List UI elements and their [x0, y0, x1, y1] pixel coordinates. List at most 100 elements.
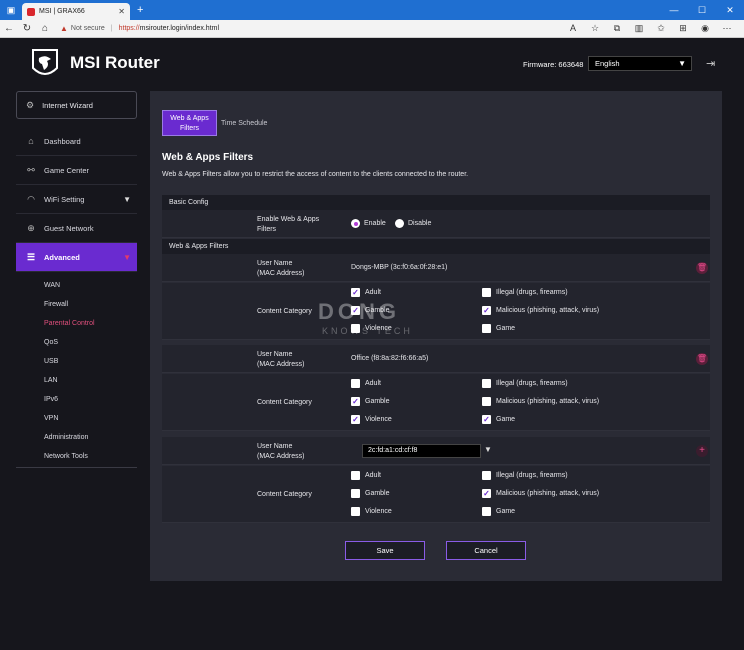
checkbox-unchecked-icon: [351, 489, 360, 498]
collections-icon[interactable]: ⊞: [672, 23, 694, 34]
sidebar-subitem-vpn[interactable]: VPN: [16, 409, 137, 428]
enable-radio[interactable]: Enable: [351, 219, 386, 228]
enable-row: Enable Web & Apps Filters Enable Disable: [162, 210, 710, 238]
checkbox-unchecked-icon: [351, 507, 360, 516]
back-icon[interactable]: ←: [0, 23, 18, 34]
delete-icon[interactable]: 🗑: [696, 353, 708, 365]
sidebar-item-guest-network[interactable]: ⊕ Guest Network: [16, 214, 137, 243]
add-icon[interactable]: +: [696, 445, 708, 457]
save-button[interactable]: Save: [345, 541, 425, 560]
address-bar: ← ↻ ⌂ ▲ Not secure | https:// msirouter.…: [0, 20, 744, 38]
sidebar-subitem-usb[interactable]: USB: [16, 352, 137, 371]
category-checkbox[interactable]: Game: [482, 324, 515, 333]
checkbox-checked-icon: ✓: [482, 415, 491, 424]
close-tab-icon[interactable]: ✕: [118, 7, 125, 16]
chevron-down-icon[interactable]: ▼: [484, 445, 492, 454]
mac-address-select[interactable]: 2c:fd:a1:cd:cf:f8: [362, 444, 481, 458]
checkbox-unchecked-icon: [482, 397, 491, 406]
category-checkbox[interactable]: Malicious (phishing, attack, virus): [482, 397, 599, 406]
favorite-icon[interactable]: ☆: [584, 23, 606, 34]
tab-web-apps-filters[interactable]: Web & Apps Filters: [162, 110, 217, 136]
extension-icon[interactable]: ⧉: [606, 23, 628, 34]
watermark-text: DONG: [318, 299, 400, 324]
refresh-icon[interactable]: ↻: [18, 23, 36, 34]
checkbox-checked-icon: ✓: [482, 306, 491, 315]
category-checkbox[interactable]: Violence: [351, 507, 392, 516]
category-checkbox[interactable]: ✓ Malicious (phishing, attack, virus): [482, 489, 599, 498]
category-checkbox[interactable]: ✓ Violence: [351, 415, 392, 424]
category-label: Adult: [365, 380, 381, 387]
checkbox-unchecked-icon: [482, 324, 491, 333]
sidebar-item-label: Advanced: [44, 252, 80, 262]
more-icon[interactable]: ⋯: [716, 23, 738, 34]
language-select[interactable]: English ▼: [588, 56, 692, 71]
read-aloud-icon[interactable]: A: [562, 23, 584, 34]
sidebar-subitem-ipv6[interactable]: IPv6: [16, 390, 137, 409]
sidebar-subitem-wan[interactable]: WAN: [16, 276, 137, 295]
category-checkbox[interactable]: Adult: [351, 379, 381, 388]
profile-icon[interactable]: ◉: [694, 23, 716, 34]
category-label: Malicious (phishing, attack, virus): [496, 307, 600, 314]
category-label: Gamble: [365, 398, 390, 405]
category-checkbox[interactable]: ✓ Gamble: [351, 397, 390, 406]
category-checkbox[interactable]: Adult: [351, 471, 381, 480]
minimize-icon[interactable]: —: [660, 5, 688, 16]
favorites-icon[interactable]: ✩: [650, 23, 672, 34]
window-menu-icon[interactable]: ▣: [0, 0, 22, 20]
sidebar-subitem-qos[interactable]: QoS: [16, 333, 137, 352]
maximize-icon[interactable]: ☐: [688, 5, 716, 16]
cancel-button[interactable]: Cancel: [446, 541, 526, 560]
url-field[interactable]: ▲ Not secure | https:// msirouter.login/…: [60, 24, 219, 33]
sidebar-item-advanced[interactable]: ☰ Advanced ▼: [16, 243, 137, 272]
disable-radio[interactable]: Disable: [395, 219, 431, 228]
user-name-value: Office (f8:8a:82:f6:66:a5): [351, 355, 429, 362]
url-scheme: https://: [118, 25, 140, 32]
browser-tab[interactable]: MSI | GRAX66 ✕: [22, 3, 130, 20]
home-icon[interactable]: ⌂: [36, 23, 54, 34]
category-checkbox[interactable]: ✓ Game: [482, 415, 515, 424]
enable-option-label: Enable: [364, 220, 386, 227]
sidebar-subitem-lan[interactable]: LAN: [16, 371, 137, 390]
category-checkbox[interactable]: Illegal (drugs, firearms): [482, 288, 568, 297]
checkbox-unchecked-icon: [351, 471, 360, 480]
tab-time-schedule[interactable]: Time Schedule: [221, 120, 267, 127]
category-label: Illegal (drugs, firearms): [496, 472, 568, 479]
sidebar-subitem-administration[interactable]: Administration: [16, 428, 137, 447]
split-screen-icon[interactable]: ▥: [628, 23, 650, 34]
firmware-version: Firmware: 663648: [523, 60, 584, 69]
warning-icon: ▲: [60, 24, 68, 33]
internet-wizard-button[interactable]: ⚙ Internet Wizard: [16, 91, 137, 119]
sidebar-subitem-network-tools[interactable]: Network Tools: [16, 447, 137, 466]
close-window-icon[interactable]: ✕: [716, 5, 744, 16]
filters-heading: Web & Apps Filters: [162, 239, 710, 254]
sidebar-subitem-firewall[interactable]: Firewall: [16, 295, 137, 314]
user-row: User Name (MAC Address) 2c:fd:a1:cd:cf:f8…: [162, 437, 710, 465]
sidebar-item-label: Guest Network: [44, 223, 94, 233]
logout-icon[interactable]: ⇥: [706, 57, 715, 70]
globe-icon: ⊕: [27, 222, 35, 233]
sidebar-item-label: Game Center: [44, 165, 90, 175]
checkbox-checked-icon: ✓: [351, 288, 360, 297]
checkbox-unchecked-icon: [482, 288, 491, 297]
category-label: Game: [496, 416, 516, 423]
sidebar-item-dashboard[interactable]: ⌂ Dashboard: [16, 127, 137, 156]
tab-bar: Web & Apps Filters Time Schedule: [162, 110, 267, 136]
delete-icon[interactable]: 🗑: [696, 262, 708, 274]
sidebar-item-game-center[interactable]: ⚯ Game Center: [16, 156, 137, 185]
category-checkbox[interactable]: Game: [482, 507, 515, 516]
new-tab-icon[interactable]: +: [137, 4, 143, 16]
category-checkbox[interactable]: Illegal (drugs, firearms): [482, 379, 568, 388]
sidebar-item-wifi-setting[interactable]: ◠ WiFi Setting ▼: [16, 185, 137, 214]
page-description: Web & Apps Filters allow you to restrict…: [162, 171, 469, 178]
wizard-label: Internet Wizard: [42, 100, 93, 110]
category-checkbox[interactable]: Illegal (drugs, firearms): [482, 471, 568, 480]
browser-tab-bar: ▣ MSI | GRAX66 ✕ + — ☐ ✕: [0, 0, 744, 20]
category-checkbox[interactable]: ✓ Adult: [351, 288, 381, 297]
language-value: English: [595, 59, 620, 68]
category-checkbox[interactable]: Gamble: [351, 489, 390, 498]
sidebar-subitem-parental-control[interactable]: Parental Control: [16, 314, 137, 333]
category-label: Violence: [365, 416, 392, 423]
user-name-label: User Name (MAC Address): [257, 351, 305, 368]
category-label: Illegal (drugs, firearms): [496, 289, 568, 296]
category-checkbox[interactable]: ✓ Malicious (phishing, attack, virus): [482, 306, 599, 315]
